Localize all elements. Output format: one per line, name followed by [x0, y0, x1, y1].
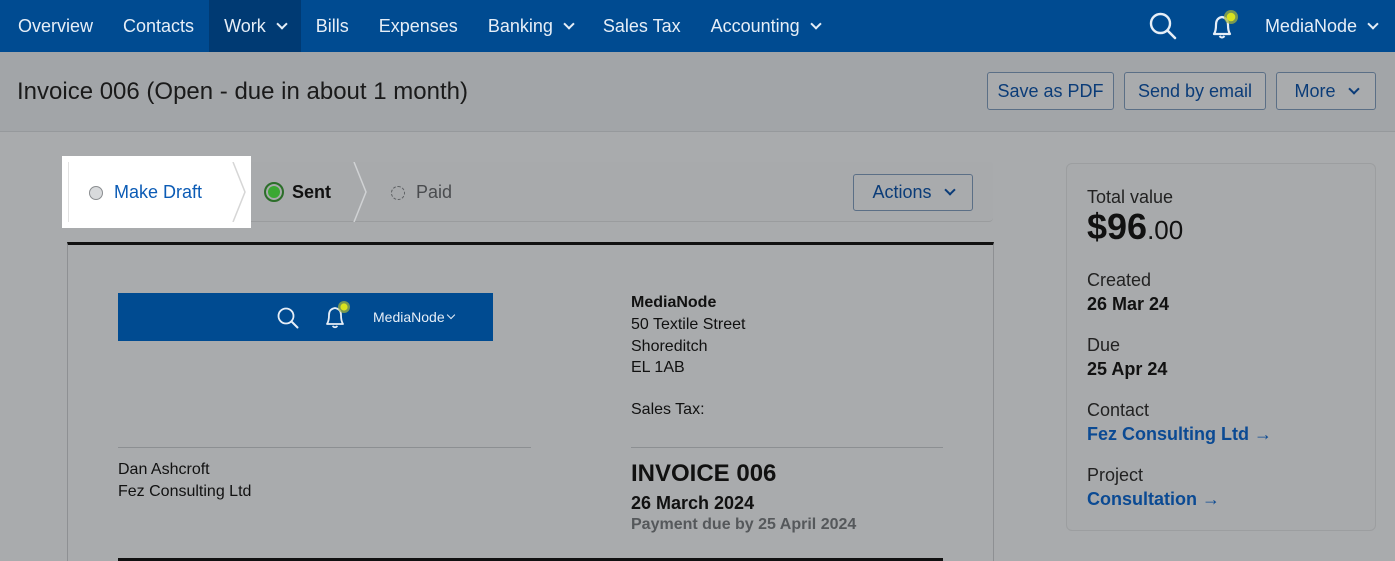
created-label: Created — [1087, 270, 1152, 290]
step-divider — [353, 162, 367, 222]
save-as-pdf-label: Save as PDF — [997, 80, 1104, 101]
chevron-down-icon — [1347, 82, 1360, 95]
actions-label: Actions — [872, 182, 932, 202]
nav-overview-label: Overview — [18, 15, 94, 36]
make-draft-step[interactable]: Make Draft — [62, 156, 251, 228]
recipient-company: Fez Consulting Ltd — [118, 483, 252, 500]
paid-label[interactable]: Paid — [416, 182, 452, 203]
make-draft-radio[interactable] — [89, 186, 103, 200]
due-label: Due — [1087, 335, 1121, 355]
total-value: $96.00 — [1087, 206, 1183, 248]
sent-status-icon — [264, 182, 284, 202]
send-by-email-label: Send by email — [1137, 80, 1253, 101]
company-name: MediaNode — [631, 294, 717, 311]
page-title: Invoice 006 (Open - due in about 1 month… — [17, 78, 468, 105]
nav-accounting[interactable]: Accounting — [696, 0, 835, 52]
nav-sales-tax[interactable]: Sales Tax — [588, 0, 696, 52]
nav-contacts[interactable]: Contacts — [108, 0, 209, 52]
nav-expenses[interactable]: Expenses — [364, 0, 473, 52]
payment-due-text: Payment due by 25 April 2024 — [631, 516, 857, 533]
nav-sales-tax-label: Sales Tax — [602, 15, 681, 36]
company-address-line: EL 1AB — [631, 359, 685, 376]
more-label: More — [1294, 80, 1336, 101]
invoice-title: INVOICE 006 — [631, 460, 777, 487]
nav-expenses-label: Expenses — [378, 15, 458, 36]
total-value-cents: .00 — [1147, 215, 1184, 245]
step-divider — [232, 162, 246, 222]
user-name: MediaNode — [1264, 15, 1357, 36]
divider — [118, 447, 531, 448]
sent-label: Sent — [292, 182, 332, 202]
company-address-line: 50 Textile Street — [631, 316, 746, 333]
created-value: 26 Mar 24 — [1087, 294, 1170, 314]
nav-banking-label: Banking — [487, 15, 553, 36]
top-navigation: Overview Contacts Work Bills Expenses Ba… — [0, 0, 1395, 52]
contact-label: Contact — [1087, 400, 1150, 420]
due-value: 25 Apr 24 — [1087, 359, 1168, 379]
sales-tax-label: Sales Tax: — [631, 401, 705, 418]
invoice-document — [67, 242, 994, 561]
user-menu[interactable]: MediaNode — [1253, 16, 1395, 37]
chevron-down-icon — [1367, 17, 1379, 30]
chevron-down-icon — [446, 310, 456, 320]
contact-link[interactable]: Fez Consulting Ltd → — [1087, 424, 1272, 445]
send-by-email-button[interactable]: Send by email — [1124, 72, 1266, 110]
total-value-label: Total value — [1087, 187, 1174, 207]
project-label: Project — [1087, 465, 1144, 485]
nav-bills[interactable]: Bills — [301, 0, 364, 52]
save-as-pdf-button[interactable]: Save as PDF — [987, 72, 1114, 110]
chevron-down-icon — [809, 17, 822, 30]
invoice-summary-card: Total value $96.00 Created 26 Mar 24 Due… — [1066, 163, 1376, 531]
make-draft-label: Make Draft — [114, 182, 203, 202]
page-header: Invoice 006 (Open - due in about 1 month… — [0, 52, 1395, 132]
notification-bell-icon[interactable] — [1193, 0, 1253, 52]
divider — [631, 447, 943, 448]
total-value-whole: $96 — [1087, 206, 1148, 247]
more-button[interactable]: More — [1276, 72, 1376, 110]
search-icon[interactable] — [1133, 0, 1193, 52]
company-logo-banner: MediaNode — [118, 293, 493, 341]
notification-bell-icon — [326, 301, 350, 329]
nav-accounting-label: Accounting — [710, 15, 800, 36]
actions-button[interactable]: Actions — [853, 174, 973, 211]
chevron-down-icon — [563, 17, 575, 30]
project-link[interactable]: Consultation → — [1087, 489, 1220, 510]
chevron-down-icon — [276, 17, 288, 30]
nav-work-label: Work — [224, 15, 266, 36]
nav-right-group: MediaNode — [1133, 0, 1395, 52]
nav-bills-label: Bills — [315, 15, 349, 36]
invoice-date: 26 March 2024 — [631, 493, 755, 513]
chevron-down-icon — [943, 184, 956, 196]
company-address-line: Shoreditch — [631, 338, 708, 355]
nav-contacts-label: Contacts — [123, 15, 195, 36]
paid-radio[interactable] — [391, 186, 405, 200]
nav-banking[interactable]: Banking — [473, 0, 588, 52]
search-icon — [277, 307, 299, 329]
recipient-name: Dan Ashcroft — [118, 461, 210, 478]
banner-user-name: MediaNode — [373, 309, 445, 325]
nav-work[interactable]: Work — [209, 0, 301, 52]
nav-overview[interactable]: Overview — [0, 0, 108, 52]
